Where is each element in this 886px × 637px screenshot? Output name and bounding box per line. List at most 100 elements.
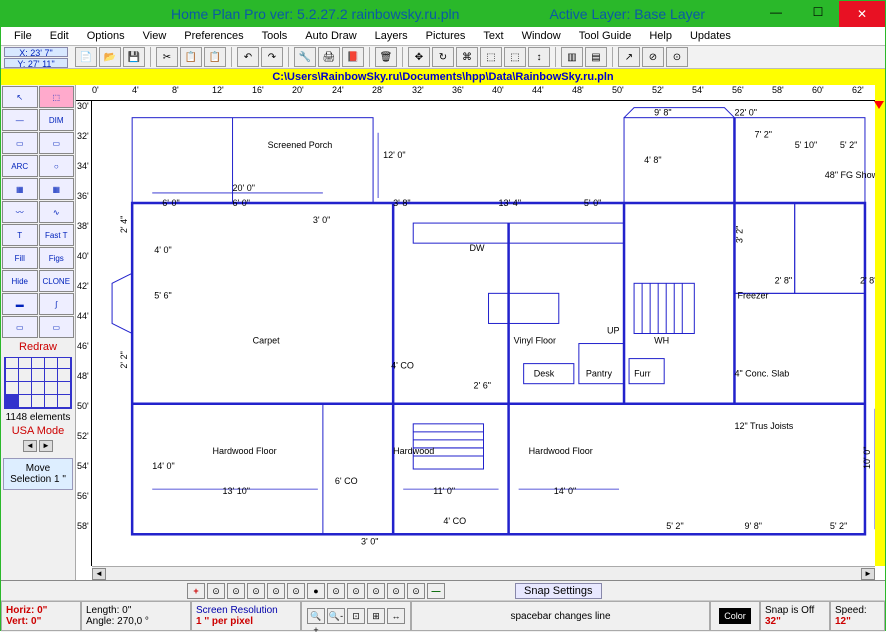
zoom-button[interactable]: 🔍+ [307,608,325,624]
menu-file[interactable]: File [5,30,41,42]
redraw-button[interactable]: Redraw [1,339,75,355]
toolbar-button[interactable]: ✥ [408,47,430,67]
scroll-left-button[interactable]: ◄ [92,568,106,580]
svg-text:Furr: Furr [634,369,651,379]
toolbar-button[interactable]: ▤ [585,47,607,67]
tool-button[interactable]: Fast T [39,224,75,246]
tool-button[interactable]: ↖ [2,86,38,108]
app-title: Home Plan Pro ver: 5.2.27.2 rainbowsky.r… [171,6,459,22]
menu-help[interactable]: Help [640,30,681,42]
svg-text:UP: UP [607,326,620,336]
menu-auto-draw[interactable]: Auto Draw [296,30,365,42]
tool-button[interactable]: Fill [2,247,38,269]
menu-window[interactable]: Window [513,30,570,42]
tool-button[interactable]: ▬ [2,293,38,315]
toolbar-button[interactable]: ↻ [432,47,454,67]
toolbar-button[interactable]: 📋 [180,47,202,67]
tool-button[interactable]: 〰 [2,201,38,223]
toolbar-button[interactable]: 📕 [342,47,364,67]
snap-button[interactable]: ● [307,583,325,599]
tool-button[interactable]: ⬚ [39,86,75,108]
snap-button[interactable]: ⊙ [247,583,265,599]
snap-button[interactable]: ⊙ [387,583,405,599]
menu-text[interactable]: Text [474,30,512,42]
snap-button[interactable]: ⊙ [207,583,225,599]
floor-plan[interactable]: Screened Porch 12' 0" 20' 0" 6' 0" 6' 0"… [92,101,875,566]
snap-button[interactable]: ⊙ [327,583,345,599]
toolbar-button[interactable]: 💾 [123,47,145,67]
zoom-button[interactable]: ⊞ [367,608,385,624]
menu-tools[interactable]: Tools [253,30,297,42]
file-path-bar: C:\Users\RainbowSky.ru\Documents\hpp\Dat… [1,69,885,85]
scroll-right-button[interactable]: ► [861,568,875,580]
zoom-button[interactable]: ↔ [387,608,405,624]
snap-button[interactable]: + [187,583,205,599]
toolbar-button[interactable]: ⊙ [666,47,688,67]
tool-button[interactable]: ▦ [2,178,38,200]
close-button[interactable]: ✕ [839,1,885,27]
svg-text:5' 6": 5' 6" [154,290,171,300]
menu-preferences[interactable]: Preferences [175,30,252,42]
toolbar-button[interactable]: ↶ [237,47,259,67]
menu-layers[interactable]: Layers [366,30,417,42]
toolbar-button[interactable]: 📂 [99,47,121,67]
toolbar-button[interactable]: ⌘ [456,47,478,67]
horizontal-scrollbar[interactable]: ◄ ► [92,566,875,580]
svg-text:13' 10": 13' 10" [223,486,250,496]
toolbar-button[interactable]: ▥ [561,47,583,67]
minimize-button[interactable]: — [755,1,797,23]
menu-updates[interactable]: Updates [681,30,740,42]
menu-edit[interactable]: Edit [41,30,78,42]
tool-button[interactable]: ▦ [39,178,75,200]
toolbar-button[interactable]: ↗ [618,47,640,67]
tool-button[interactable]: DIM [39,109,75,131]
tool-button[interactable]: ▭ [2,316,38,338]
move-selection-panel[interactable]: Move Selection 1 " [3,458,73,490]
snap-button[interactable]: ⊙ [227,583,245,599]
toolbar-button[interactable]: 📄 [75,47,97,67]
toolbar-button[interactable]: ↕ [528,47,550,67]
snap-button[interactable]: ⊙ [267,583,285,599]
menu-view[interactable]: View [134,30,176,42]
menu-options[interactable]: Options [78,30,134,42]
tool-button[interactable]: CLONE [39,270,75,292]
snap-button[interactable]: ⊙ [347,583,365,599]
toolbar-button[interactable]: 🗑 [375,47,397,67]
snap-button[interactable]: ⊙ [367,583,385,599]
tool-button[interactable]: — [2,109,38,131]
tool-button[interactable]: T [2,224,38,246]
tool-button[interactable]: ▭ [2,132,38,154]
title-bar: Home Plan Pro ver: 5.2.27.2 rainbowsky.r… [1,1,885,27]
toolbar-button[interactable]: ⬚ [504,47,526,67]
menu-pictures[interactable]: Pictures [417,30,475,42]
nav-left-button[interactable]: ◄ [23,440,37,452]
snap-button[interactable]: ⊙ [287,583,305,599]
toolbar-button[interactable]: 🔧 [294,47,316,67]
tool-button[interactable]: ▭ [39,316,75,338]
color-indicator[interactable]: Color [710,601,760,631]
menu-tool-guide[interactable]: Tool Guide [570,30,641,42]
toolbar-button[interactable]: ↷ [261,47,283,67]
nav-right-button[interactable]: ► [39,440,53,452]
tool-button[interactable]: ∫ [39,293,75,315]
snap-settings-button[interactable]: Snap Settings [515,583,602,599]
tool-button[interactable]: ○ [39,155,75,177]
tool-button[interactable]: ARC [2,155,38,177]
tool-button[interactable]: ∿ [39,201,75,223]
svg-text:WH: WH [654,336,669,346]
tool-button[interactable]: Hide [2,270,38,292]
tool-button[interactable]: Figs [39,247,75,269]
tool-button[interactable]: ▭ [39,132,75,154]
toolbar-button[interactable]: ⬚ [480,47,502,67]
maximize-button[interactable]: ☐ [797,1,839,23]
hatch-preview[interactable] [4,357,72,409]
snap-button[interactable]: ⊙ [407,583,425,599]
toolbar-button[interactable]: ✂ [156,47,178,67]
toolbar-button[interactable]: 🖨 [318,47,340,67]
zoom-button[interactable]: ⊡ [347,608,365,624]
snap-button[interactable]: — [427,583,445,599]
drawing-canvas[interactable]: 0'4'8'12'16'20'24'28'32'36'40'44'48'50'5… [76,85,885,580]
zoom-button[interactable]: 🔍- [327,608,345,624]
toolbar-button[interactable]: ⊘ [642,47,664,67]
toolbar-button[interactable]: 📋 [204,47,226,67]
